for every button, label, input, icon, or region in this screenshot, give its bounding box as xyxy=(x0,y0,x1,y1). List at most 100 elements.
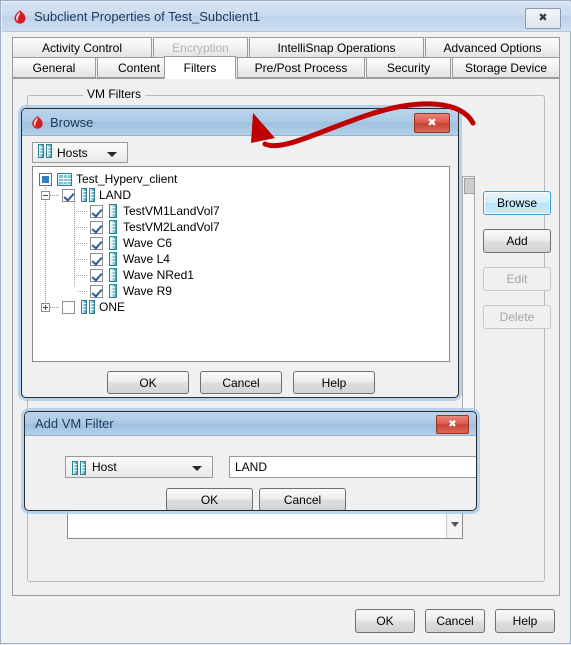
close-icon: ✖ xyxy=(427,116,437,129)
chevron-down-icon[interactable] xyxy=(192,466,202,471)
tree-checkbox[interactable] xyxy=(62,189,75,202)
tree-item-label: ONE xyxy=(99,300,126,314)
edit-button: Edit xyxy=(483,267,551,291)
browse-dialog-titlebar: Browse ✖ xyxy=(22,109,458,136)
tree-item-land[interactable]: LAND xyxy=(33,187,449,203)
vm-icon xyxy=(109,284,118,298)
tree-expander-expand-icon[interactable] xyxy=(41,303,50,312)
tab-strip: Activity Control Encryption IntelliSnap … xyxy=(12,37,560,79)
tree-checkbox[interactable] xyxy=(90,221,103,234)
browse-help-button[interactable]: Help xyxy=(293,371,375,394)
close-icon: ✖ xyxy=(448,418,457,430)
add-vm-filter-name-input[interactable] xyxy=(229,456,476,478)
tree-item-label: Wave C6 xyxy=(123,236,172,250)
tree-item-testvm1landvol7[interactable]: TestVM1LandVol7 xyxy=(33,203,449,219)
tree-item-label: Wave R9 xyxy=(123,284,172,298)
close-icon: ✖ xyxy=(538,12,548,24)
tree-item-test-hyperv-client[interactable]: Test_Hyperv_client xyxy=(33,171,449,187)
tree-checkbox[interactable] xyxy=(90,237,103,250)
vm-filters-list-scrollbar[interactable] xyxy=(446,510,462,538)
tree-connector-line xyxy=(78,275,88,276)
tab-storage-device[interactable]: Storage Device xyxy=(452,57,560,78)
tree-item-wave-c6[interactable]: Wave C6 xyxy=(33,235,449,251)
vm-filters-label: VM Filters xyxy=(83,87,145,101)
dialog-ok-button[interactable]: OK xyxy=(355,609,415,633)
dialog-help-button[interactable]: Help xyxy=(495,609,555,633)
tree-checkbox[interactable] xyxy=(90,205,103,218)
host-server-icon xyxy=(72,461,87,475)
browse-ok-button[interactable]: OK xyxy=(107,371,189,394)
add-button[interactable]: Add xyxy=(483,229,551,253)
browse-tree-view[interactable]: Test_Hyperv_client LAND TestVM1LandVol7 … xyxy=(32,166,450,362)
tab-encryption: Encryption xyxy=(153,37,248,58)
vm-filters-list[interactable] xyxy=(67,509,463,539)
window-title: Subclient Properties of Test_Subclient1 xyxy=(34,9,260,24)
window-close-button[interactable]: ✖ xyxy=(525,8,561,29)
scroll-down-arrow-icon[interactable] xyxy=(451,522,459,527)
tree-selection-box[interactable] xyxy=(39,173,52,186)
vm-icon xyxy=(109,204,118,218)
tree-item-one[interactable]: ONE xyxy=(33,299,449,315)
vm-icon xyxy=(109,236,118,250)
tree-item-wave-l4[interactable]: Wave L4 xyxy=(33,251,449,267)
commvault-drop-icon xyxy=(32,116,43,129)
tab-pre-post-process[interactable]: Pre/Post Process xyxy=(237,57,365,78)
add-vm-filter-ok-button[interactable]: OK xyxy=(166,488,253,510)
browse-dialog: Browse ✖ Hosts Test_Hyperv_client LAND T… xyxy=(21,108,459,398)
tab-row-2: General Content Filters Pre/Post Process… xyxy=(12,56,560,79)
tree-connector-line xyxy=(78,259,88,260)
tree-connector-line xyxy=(78,227,88,228)
add-vm-filter-titlebar: Add VM Filter ✖ xyxy=(25,412,476,436)
window-titlebar: Subclient Properties of Test_Subclient1 … xyxy=(2,2,571,32)
tree-item-label: LAND xyxy=(99,188,132,202)
chevron-down-icon[interactable] xyxy=(107,152,117,157)
add-vm-filter-cancel-button[interactable]: Cancel xyxy=(259,488,346,510)
tree-item-label: Wave L4 xyxy=(123,252,170,266)
tree-item-wave-r9[interactable]: Wave R9 xyxy=(33,283,449,299)
subclient-properties-window: Subclient Properties of Test_Subclient1 … xyxy=(0,0,571,644)
tab-advanced-options[interactable]: Advanced Options xyxy=(425,37,560,58)
tab-intellisnap-operations[interactable]: IntelliSnap Operations xyxy=(249,37,424,58)
vm-icon xyxy=(109,268,118,282)
add-vm-filter-close-button[interactable]: ✖ xyxy=(436,415,469,434)
tab-activity-control[interactable]: Activity Control xyxy=(12,37,152,58)
tree-item-label: Test_Hyperv_client xyxy=(76,172,178,186)
browse-button[interactable]: Browse xyxy=(483,191,551,215)
dialog-cancel-button[interactable]: Cancel xyxy=(425,609,485,633)
tab-filters[interactable]: Filters xyxy=(164,56,236,79)
tree-item-label: Wave NRed1 xyxy=(123,268,194,282)
add-vm-filter-dialog: Add VM Filter ✖ Host OK Cancel xyxy=(24,411,477,511)
browse-type-value: Hosts xyxy=(57,145,88,160)
tree-item-testvm2landvol7[interactable]: TestVM2LandVol7 xyxy=(33,219,449,235)
tab-row-1: Activity Control Encryption IntelliSnap … xyxy=(12,37,560,58)
browse-type-combobox[interactable]: Hosts xyxy=(32,142,128,163)
add-vm-filter-type-combobox[interactable]: Host xyxy=(65,456,213,478)
host-server-icon xyxy=(38,144,53,158)
vm-filters-scrollbar[interactable] xyxy=(462,176,475,448)
vm-icon xyxy=(109,220,118,234)
tree-checkbox[interactable] xyxy=(90,269,103,282)
tree-checkbox[interactable] xyxy=(90,253,103,266)
browse-dialog-close-button[interactable]: ✖ xyxy=(414,113,450,133)
browse-cancel-button[interactable]: Cancel xyxy=(200,371,282,394)
tree-connector-line xyxy=(50,307,60,308)
tree-item-label: TestVM2LandVol7 xyxy=(123,220,220,234)
host-server-icon xyxy=(81,188,96,202)
browse-dialog-title: Browse xyxy=(50,115,94,130)
tab-general[interactable]: General xyxy=(12,57,96,78)
vm-icon xyxy=(109,252,118,266)
tree-item-wave-nred1[interactable]: Wave NRed1 xyxy=(33,267,449,283)
tree-connector-line xyxy=(78,243,88,244)
tree-checkbox[interactable] xyxy=(90,285,103,298)
host-server-icon xyxy=(81,300,96,314)
delete-button: Delete xyxy=(483,305,551,329)
tree-checkbox[interactable] xyxy=(62,301,75,314)
tree-expander-collapse-icon[interactable] xyxy=(41,191,50,200)
tree-connector-line xyxy=(78,291,88,292)
tab-security[interactable]: Security xyxy=(366,57,451,78)
client-grid-icon xyxy=(57,173,72,186)
add-vm-filter-title: Add VM Filter xyxy=(35,416,114,431)
commvault-drop-icon xyxy=(14,10,26,24)
add-vm-filter-type-value: Host xyxy=(92,460,117,474)
scrollbar-thumb[interactable] xyxy=(464,178,475,194)
